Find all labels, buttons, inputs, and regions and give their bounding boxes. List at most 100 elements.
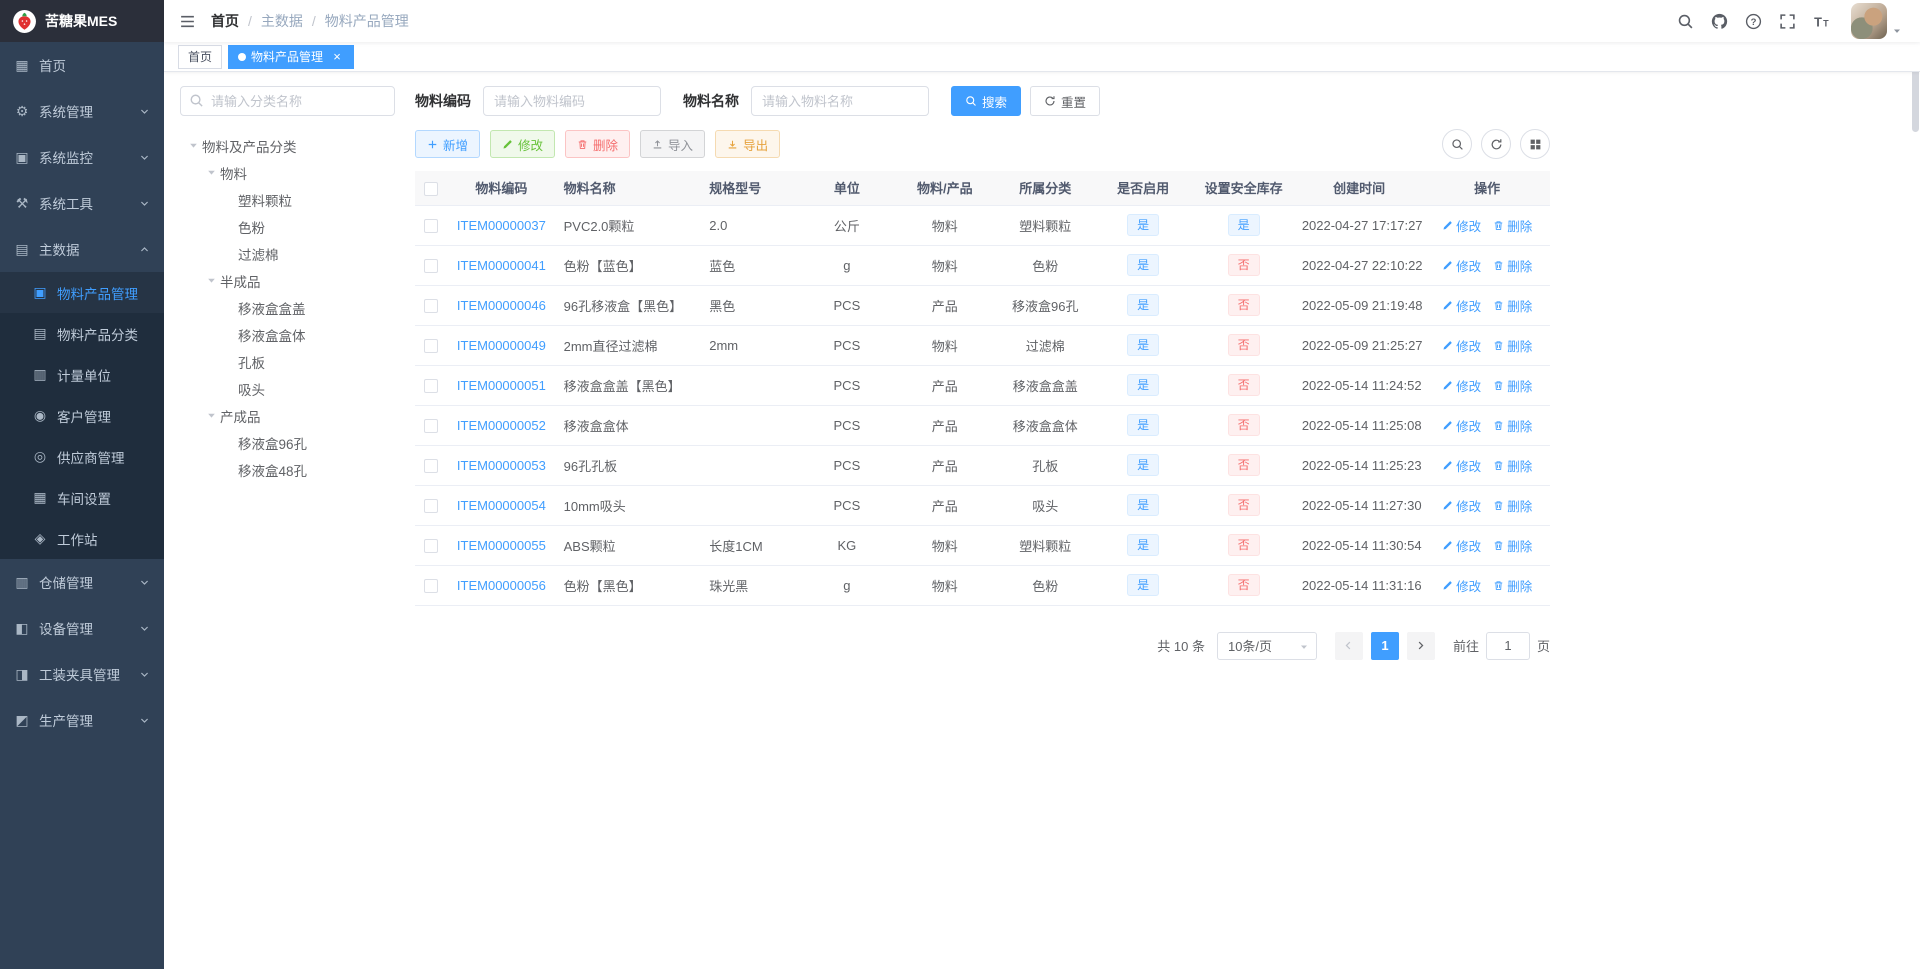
sidebar-item-warehouse-management[interactable]: ▥ 仓储管理	[0, 559, 164, 605]
select-all-checkbox[interactable]	[424, 181, 439, 196]
row-checkbox[interactable]	[424, 298, 439, 313]
tree-node[interactable]: 移液盒盒体	[180, 321, 395, 348]
breadcrumb-item[interactable]: 首页	[211, 11, 239, 31]
sidebar-item-fixture-management[interactable]: ◨ 工装夹具管理	[0, 651, 164, 697]
search-icon[interactable]	[1677, 13, 1694, 30]
fullscreen-icon[interactable]	[1779, 13, 1796, 30]
material-code-link[interactable]: ITEM00000052	[457, 418, 546, 433]
tree-node[interactable]: 半成品	[180, 267, 395, 294]
goto-page-input[interactable]	[1485, 631, 1530, 660]
row-edit-link[interactable]: 修改	[1442, 416, 1481, 435]
tree-node[interactable]: 物料及产品分类	[180, 132, 395, 159]
row-edit-link[interactable]: 修改	[1442, 536, 1481, 555]
tree-node[interactable]: 过滤棉	[180, 240, 395, 267]
row-delete-link[interactable]: 删除	[1493, 576, 1532, 595]
tab-material-product-management[interactable]: 物料产品管理 ×	[228, 44, 355, 69]
row-delete-link[interactable]: 删除	[1493, 536, 1532, 555]
tree-node[interactable]: 移液盒96孔	[180, 429, 395, 456]
tree-caret-icon[interactable]	[202, 275, 220, 286]
columns-button[interactable]	[1520, 129, 1550, 159]
material-code-link[interactable]: ITEM00000053	[457, 458, 546, 473]
row-checkbox[interactable]	[424, 458, 439, 473]
tree-node[interactable]: 孔板	[180, 348, 395, 375]
sidebar-item-equipment-management[interactable]: ◧ 设备管理	[0, 605, 164, 651]
row-edit-link[interactable]: 修改	[1442, 216, 1481, 235]
table-row[interactable]: ITEM00000052 移液盒盒体 PCS 产品 移液盒盒体是否 2022-05-14 …	[415, 405, 1550, 446]
row-edit-link[interactable]: 修改	[1442, 576, 1481, 595]
export-button[interactable]: 导出	[715, 130, 781, 158]
tree-node[interactable]: 移液盒盒盖	[180, 294, 395, 321]
sidebar-item-measurement-unit[interactable]: ▥ 计量单位	[0, 354, 164, 395]
help-icon[interactable]: ?	[1745, 13, 1762, 30]
material-code-link[interactable]: ITEM00000056	[457, 578, 546, 593]
row-checkbox[interactable]	[424, 578, 439, 593]
page-size-select[interactable]: 10条/页	[1216, 631, 1317, 660]
add-button[interactable]: 新增	[415, 130, 481, 158]
breadcrumb-item[interactable]: 物料产品管理	[325, 11, 409, 31]
table-row[interactable]: ITEM00000037 PVC2.0颗粒 2.0 公斤 物料 塑料颗粒 是 是 2022-04…	[415, 205, 1550, 246]
table-row[interactable]: ITEM00000054 10mm吸头 PCS 产品 吸头 是 否 2022-05-14 11…	[415, 485, 1550, 526]
material-code-link[interactable]: ITEM00000051	[457, 378, 546, 393]
table-row[interactable]: ITEM00000041 色粉【蓝色】 蓝色 g 物料 色粉 是 否 2022-04-27 22…	[415, 245, 1550, 286]
material-code-link[interactable]: ITEM00000054	[457, 498, 546, 513]
tree-node[interactable]: 吸头	[180, 375, 395, 402]
sidebar-item-system-management[interactable]: ⚙ 系统管理	[0, 88, 164, 134]
user-menu[interactable]	[1851, 3, 1902, 39]
tree-node[interactable]: 色粉	[180, 213, 395, 240]
reset-button[interactable]: 重置	[1030, 86, 1101, 116]
sidebar-item-workstation[interactable]: ◈ 工作站	[0, 518, 164, 559]
app-logo[interactable]: 苦糖果MES	[0, 0, 164, 42]
table-row[interactable]: ITEM00000055 ABS颗粒 长度1CM KG 物料 塑料颗粒 是 否 2022-05-…	[415, 525, 1550, 566]
material-code-link[interactable]: ITEM00000046	[457, 298, 546, 313]
delete-button[interactable]: 删除	[565, 130, 631, 158]
row-delete-link[interactable]: 删除	[1493, 296, 1532, 315]
row-edit-link[interactable]: 修改	[1442, 296, 1481, 315]
tree-node[interactable]: 物料	[180, 159, 395, 186]
row-delete-link[interactable]: 删除	[1493, 216, 1532, 235]
tree-node[interactable]: 产成品	[180, 402, 395, 429]
tree-node[interactable]: 塑料颗粒	[180, 186, 395, 213]
row-delete-link[interactable]: 删除	[1493, 256, 1532, 275]
edit-button[interactable]: 修改	[490, 130, 556, 158]
table-row[interactable]: ITEM00000053 96孔孔板 PCS 产品 孔板 是 否 2022-05-14 11:…	[415, 445, 1550, 486]
tree-caret-icon[interactable]	[184, 140, 202, 151]
import-button[interactable]: 导入	[640, 130, 706, 158]
row-edit-link[interactable]: 修改	[1442, 336, 1481, 355]
category-search-input[interactable]	[180, 86, 395, 116]
row-delete-link[interactable]: 删除	[1493, 456, 1532, 475]
sidebar-item-supplier-management[interactable]: ◎ 供应商管理	[0, 436, 164, 477]
row-checkbox[interactable]	[424, 338, 439, 353]
font-size-icon[interactable]: TT	[1813, 13, 1830, 30]
material-code-link[interactable]: ITEM00000041	[457, 258, 546, 273]
tab-close-icon[interactable]: ×	[330, 50, 344, 64]
search-toggle-button[interactable]	[1442, 129, 1472, 159]
tree-caret-icon[interactable]	[202, 410, 220, 421]
row-delete-link[interactable]: 删除	[1493, 416, 1532, 435]
row-edit-link[interactable]: 修改	[1442, 376, 1481, 395]
row-delete-link[interactable]: 删除	[1493, 376, 1532, 395]
sidebar-item-customer-management[interactable]: ◉ 客户管理	[0, 395, 164, 436]
row-edit-link[interactable]: 修改	[1442, 496, 1481, 515]
sidebar-item-workshop-settings[interactable]: ▦ 车间设置	[0, 477, 164, 518]
table-row[interactable]: ITEM00000056 色粉【黑色】 珠光黑 g 物料 色粉 是 否 2022-05-14 1…	[415, 565, 1550, 606]
table-row[interactable]: ITEM00000046 96孔移液盒【黑色】 黑色 PCS 产品 移液盒96孔 是 否 202…	[415, 285, 1550, 326]
row-checkbox[interactable]	[424, 418, 439, 433]
row-edit-link[interactable]: 修改	[1442, 256, 1481, 275]
breadcrumb-item[interactable]: 主数据	[261, 11, 303, 31]
material-name-input[interactable]	[751, 86, 929, 116]
table-row[interactable]: ITEM00000049 2mm直径过滤棉 2mm PCS 物料 过滤棉 是 否 2022-05…	[415, 325, 1550, 366]
github-icon[interactable]	[1711, 13, 1728, 30]
search-button[interactable]: 搜索	[951, 86, 1022, 116]
material-code-link[interactable]: ITEM00000055	[457, 538, 546, 553]
tree-node[interactable]: 移液盒48孔	[180, 456, 395, 483]
sidebar-item-system-monitor[interactable]: ▣ 系统监控	[0, 134, 164, 180]
tree-caret-icon[interactable]	[202, 167, 220, 178]
page-number-button[interactable]: 1	[1370, 631, 1399, 660]
sidebar-item-material-product-management[interactable]: ▣ 物料产品管理	[0, 272, 164, 313]
row-edit-link[interactable]: 修改	[1442, 456, 1481, 475]
material-code-link[interactable]: ITEM00000037	[457, 218, 546, 233]
next-page-button[interactable]	[1406, 631, 1435, 660]
table-row[interactable]: ITEM00000051 移液盒盒盖【黑色】 PCS 产品 移液盒盒盖 是 否 2022-05…	[415, 365, 1550, 406]
sidebar-item-system-tools[interactable]: ⚒ 系统工具	[0, 180, 164, 226]
row-delete-link[interactable]: 删除	[1493, 496, 1532, 515]
